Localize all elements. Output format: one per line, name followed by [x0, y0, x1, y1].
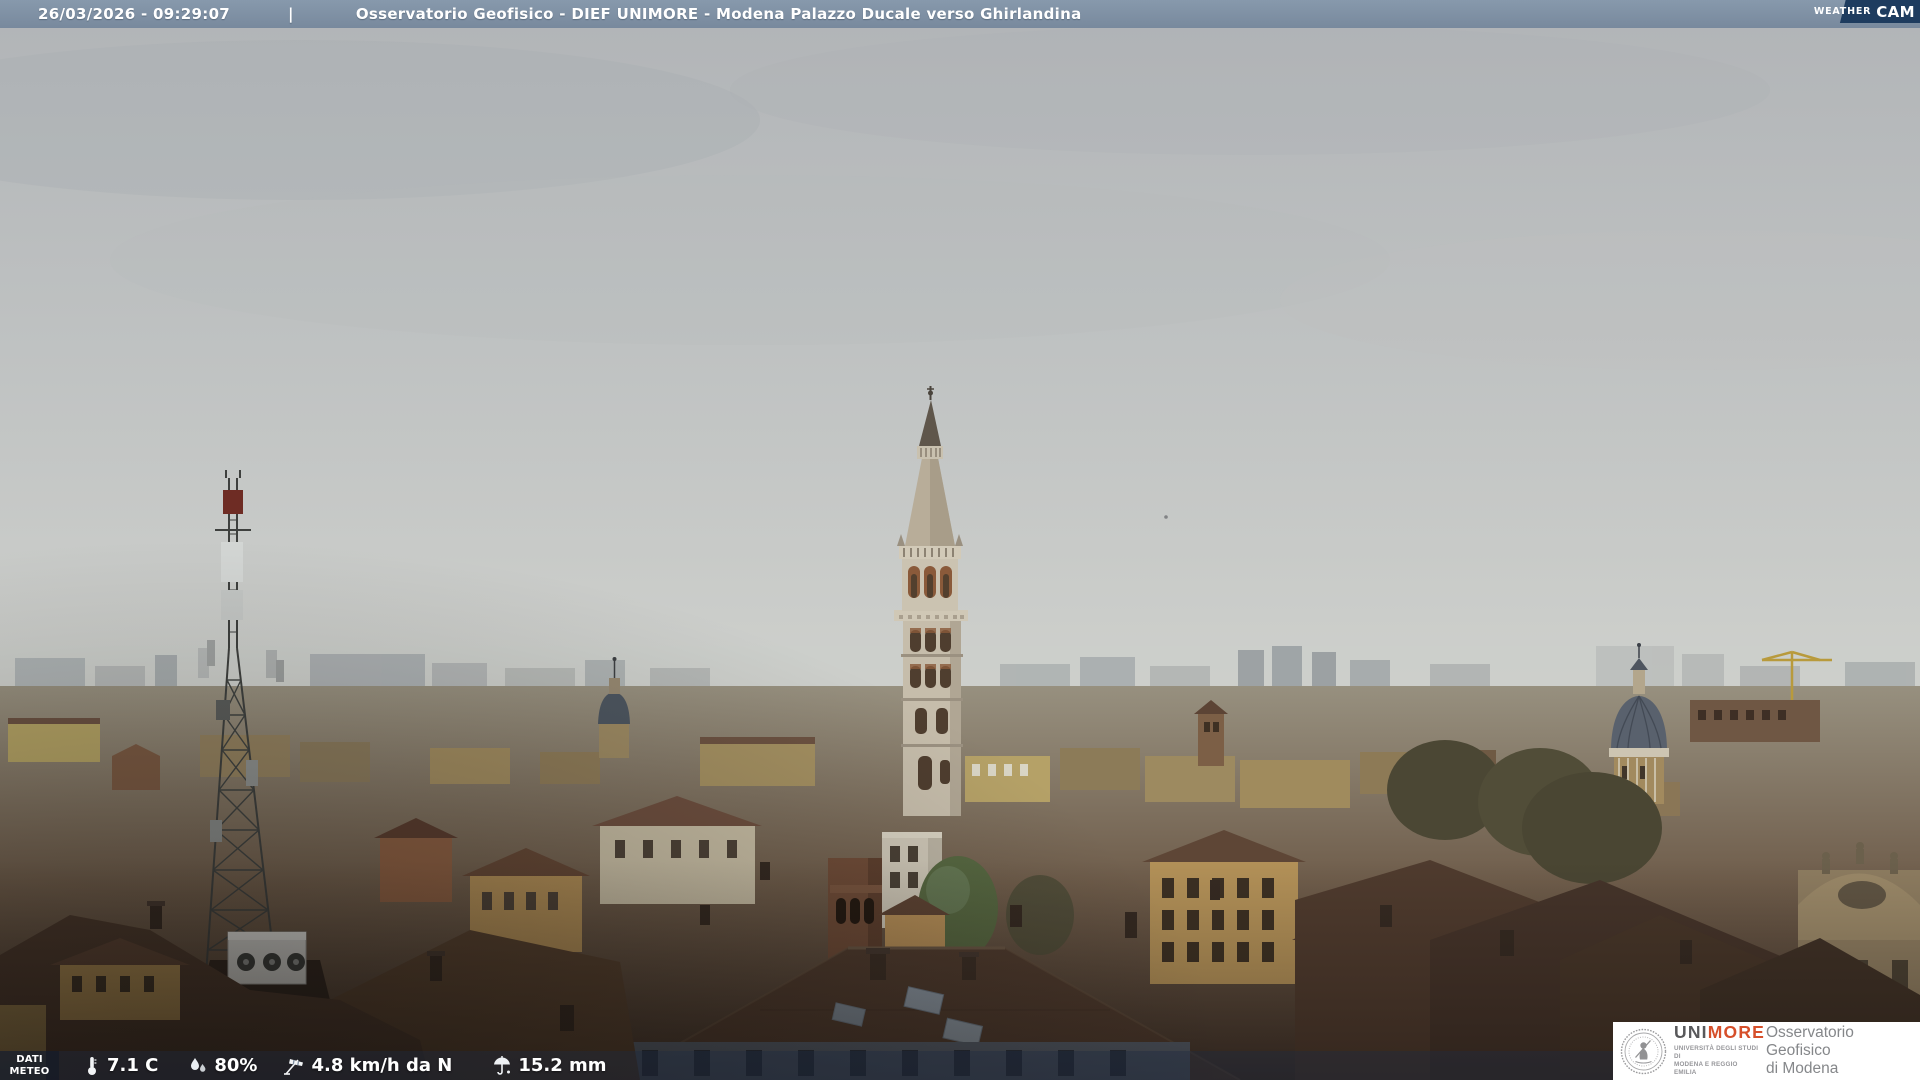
webcam-view: 26/03/2026 - 09:29:07 | Osservatorio Geo… [0, 0, 1920, 1080]
header-bar: 26/03/2026 - 09:29:07 | Osservatorio Geo… [0, 0, 1920, 28]
timestamp: 26/03/2026 - 09:29:07 [38, 5, 231, 23]
humidity-reading: 80% [188, 1055, 257, 1076]
unimore-branding: UNIMORE UNIVERSITÀ DEGLI STUDI DI MODENA… [1613, 1022, 1920, 1080]
weather-data-label: DATI METEO [0, 1051, 59, 1080]
temperature-value: 7.1 C [107, 1055, 159, 1076]
unimore-crest-icon [1620, 1028, 1667, 1074]
unimore-wordmark: UNIMORE UNIVERSITÀ DEGLI STUDI DI MODENA… [1674, 1022, 1766, 1078]
unimore-more: MORE [1707, 1022, 1766, 1043]
temperature-reading: 7.1 C [83, 1055, 158, 1077]
thermometer-icon [88, 1056, 97, 1075]
wind-value: 4.8 km/h da N [311, 1055, 453, 1076]
unimore-name: UNIMORE [1674, 1022, 1766, 1043]
university-line1: UNIVERSITÀ DEGLI STUDI DI [1674, 1044, 1759, 1061]
observatory-line1: Osservatorio Geofisico [1766, 1023, 1854, 1059]
weathercam-logo[interactable]: WEATHER CAM [1814, 0, 1920, 23]
observatory-name: Osservatorio Geofisico di Modena [1766, 1024, 1920, 1079]
university-line2: MODENA E REGGIO EMILIA [1674, 1061, 1738, 1077]
observatory-line2: di Modena [1766, 1060, 1839, 1078]
weather-label-line1: DATI [16, 1054, 43, 1065]
rain-value: 15.2 mm [518, 1055, 607, 1076]
humidity-value: 80% [214, 1055, 258, 1076]
weathercam-logo-cam: CAM [1876, 2, 1915, 21]
wind-icon [284, 1058, 304, 1075]
wind-reading: 4.8 km/h da N [283, 1055, 452, 1076]
humidity-icon [191, 1057, 206, 1072]
unimore-uni: UNI [1674, 1022, 1708, 1043]
page-title: Osservatorio Geofisico - DIEF UNIMORE - … [355, 5, 1082, 23]
rain-icon [494, 1056, 511, 1075]
weather-label-line2: METEO [9, 1065, 50, 1077]
separator: | [288, 5, 294, 23]
rain-reading: 15.2 mm [492, 1055, 607, 1076]
weathercam-logo-weather: WEATHER [1813, 6, 1872, 17]
webcam-photo [0, 0, 1920, 1080]
university-subtitle: UNIVERSITÀ DEGLI STUDI DI MODENA E REGGI… [1674, 1045, 1762, 1078]
